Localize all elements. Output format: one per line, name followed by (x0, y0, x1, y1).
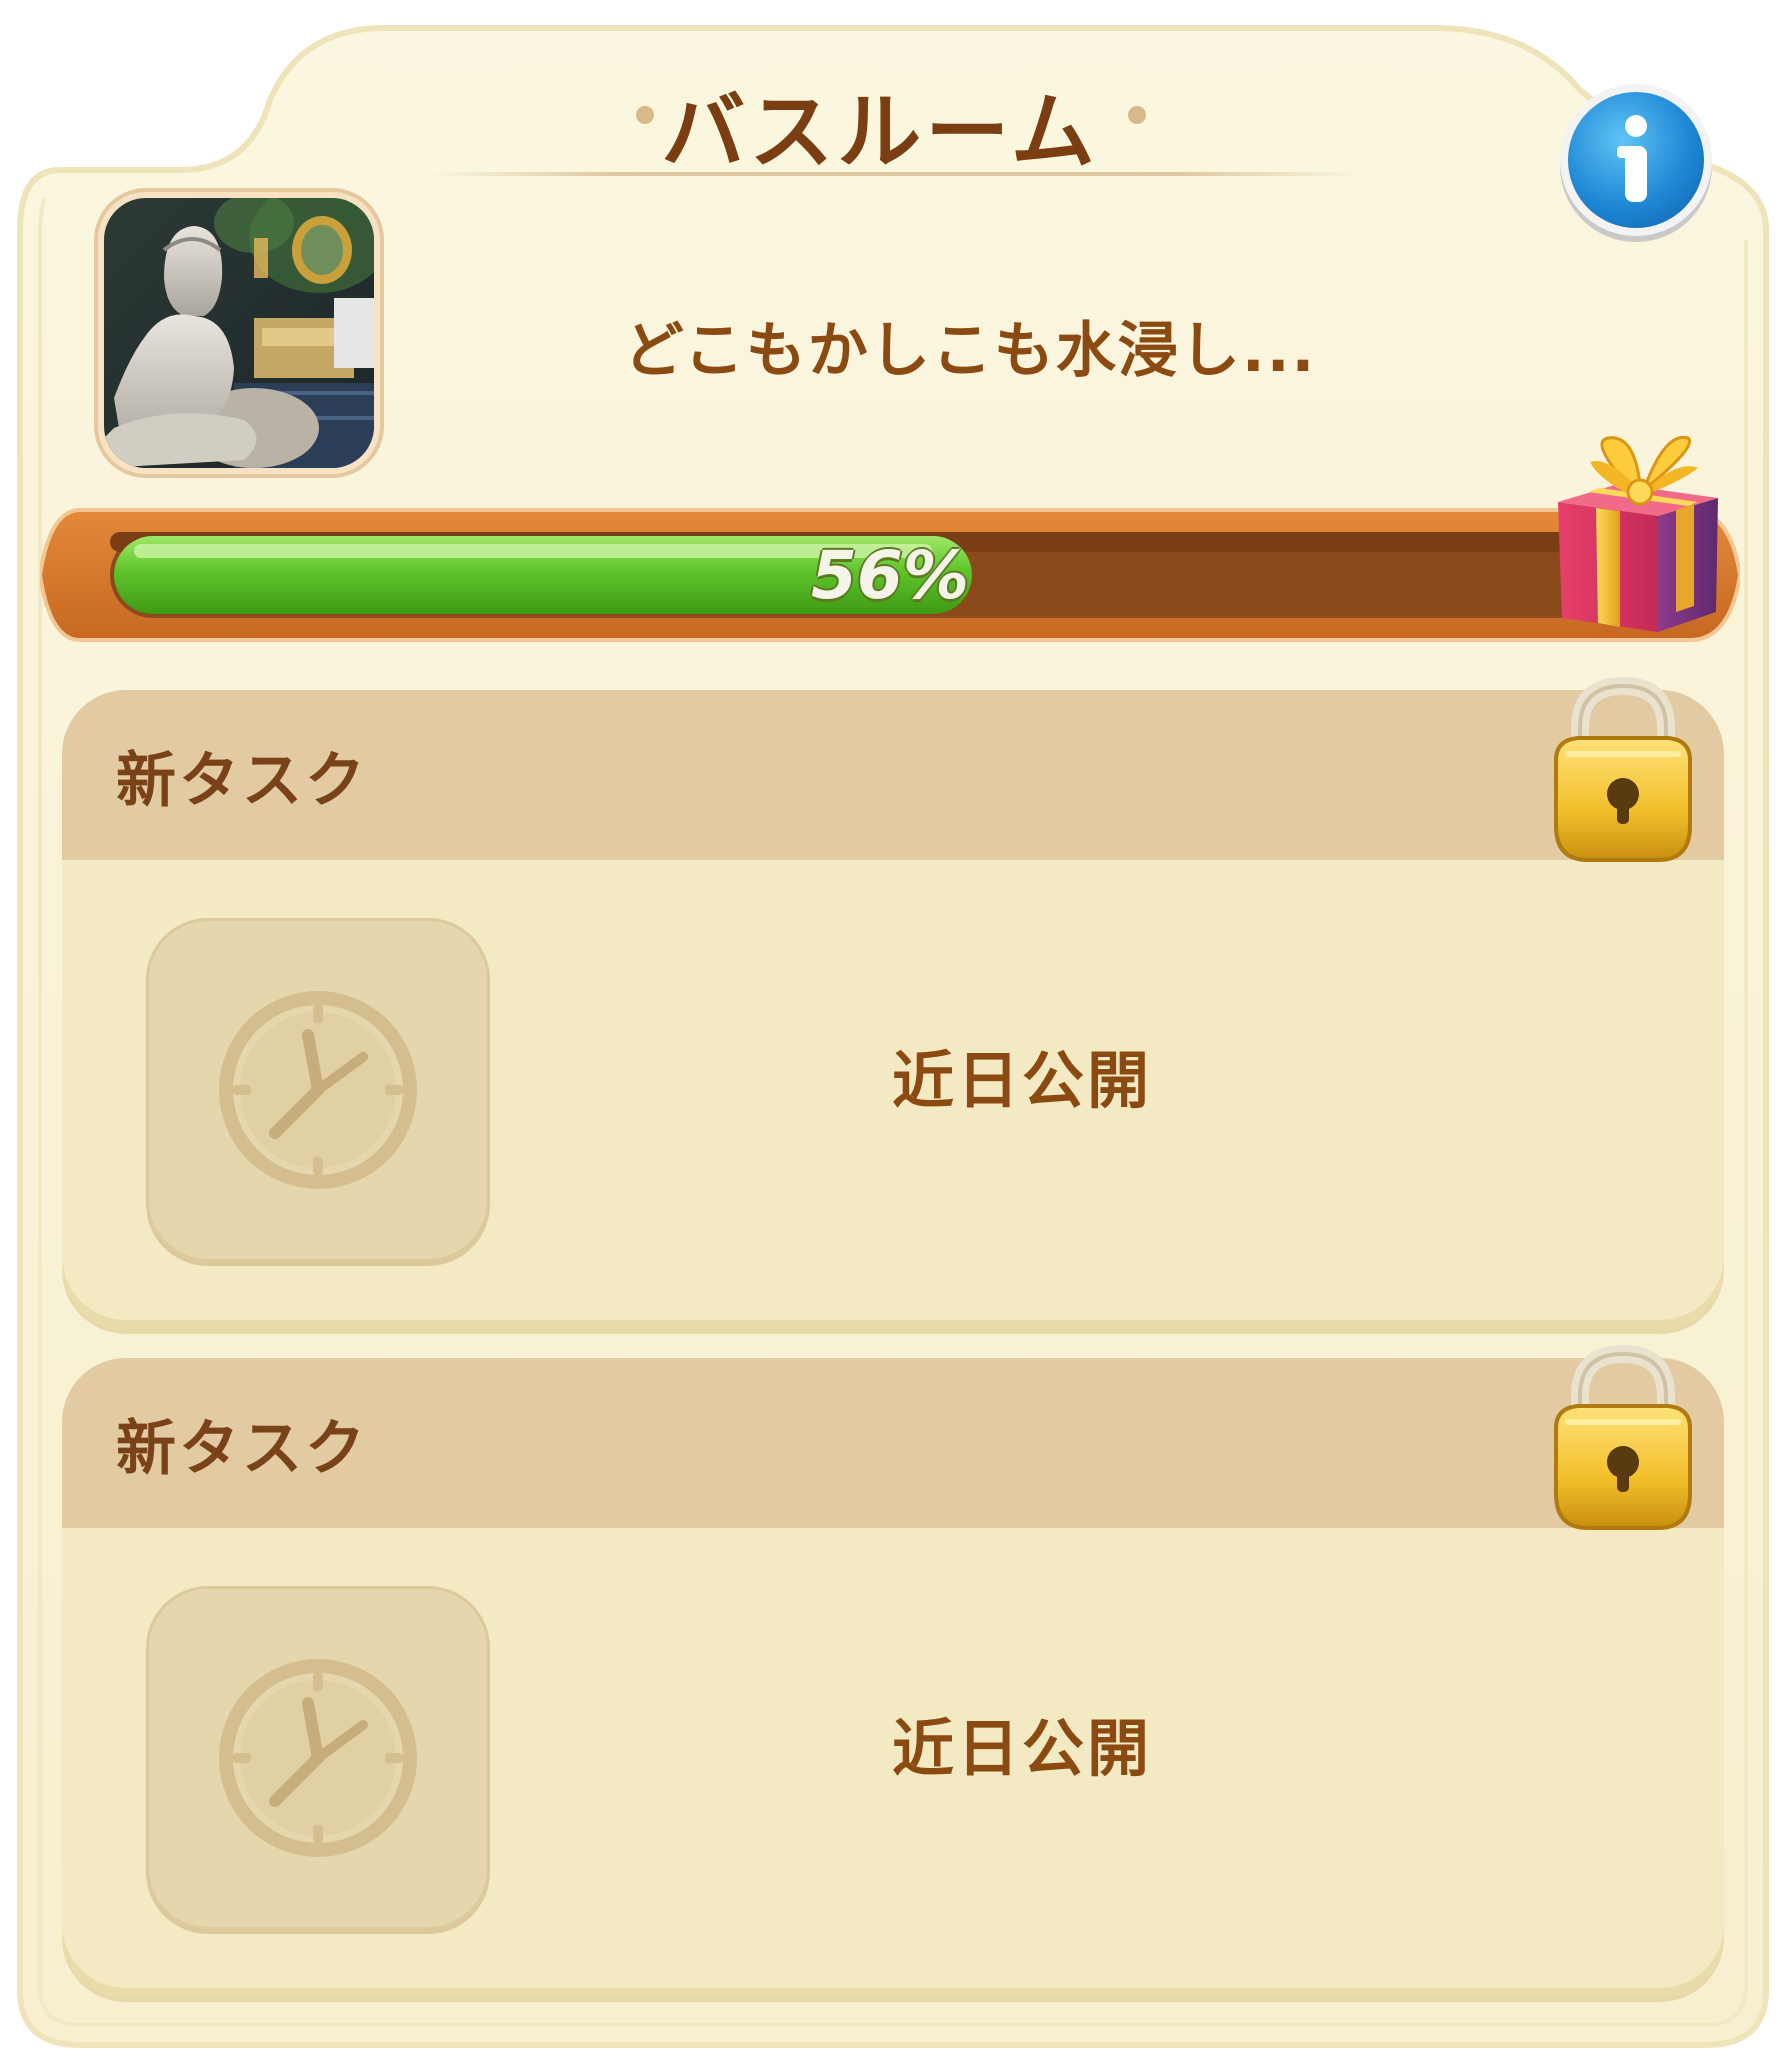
gift-box-icon[interactable] (1548, 432, 1728, 642)
task-icon-tile (146, 918, 490, 1262)
task-card[interactable]: 新タスク 近日公開 (62, 1358, 1724, 1998)
title-right-dot (1128, 106, 1146, 124)
clock-icon (219, 1659, 417, 1857)
task-card[interactable]: 新タスク 近日公開 (62, 690, 1724, 1330)
bathroom-scene-thumbnail (104, 198, 374, 468)
info-icon (1617, 115, 1647, 202)
room-thumbnail (104, 198, 374, 468)
task-title: 新タスク (116, 1413, 368, 1484)
progress-percent-label: 56% (811, 536, 969, 614)
info-button[interactable] (1568, 92, 1704, 228)
task-status: 近日公開 (891, 1044, 1152, 1117)
task-status: 近日公開 (891, 1712, 1152, 1785)
clock-icon (219, 991, 417, 1189)
task-title: 新タスク (116, 745, 368, 816)
padlock-icon (1554, 1344, 1692, 1530)
page-title: バスルーム (661, 82, 1099, 181)
task-icon-tile (146, 1586, 490, 1930)
room-description: どこもかしこも水浸し... (623, 315, 1317, 386)
task-panel: バスルーム どこもかしこも水浸し... 56% 新タスク 近日公開 新タスク 近… (0, 0, 1786, 2063)
padlock-icon (1554, 676, 1692, 862)
title-divider (430, 172, 1360, 176)
